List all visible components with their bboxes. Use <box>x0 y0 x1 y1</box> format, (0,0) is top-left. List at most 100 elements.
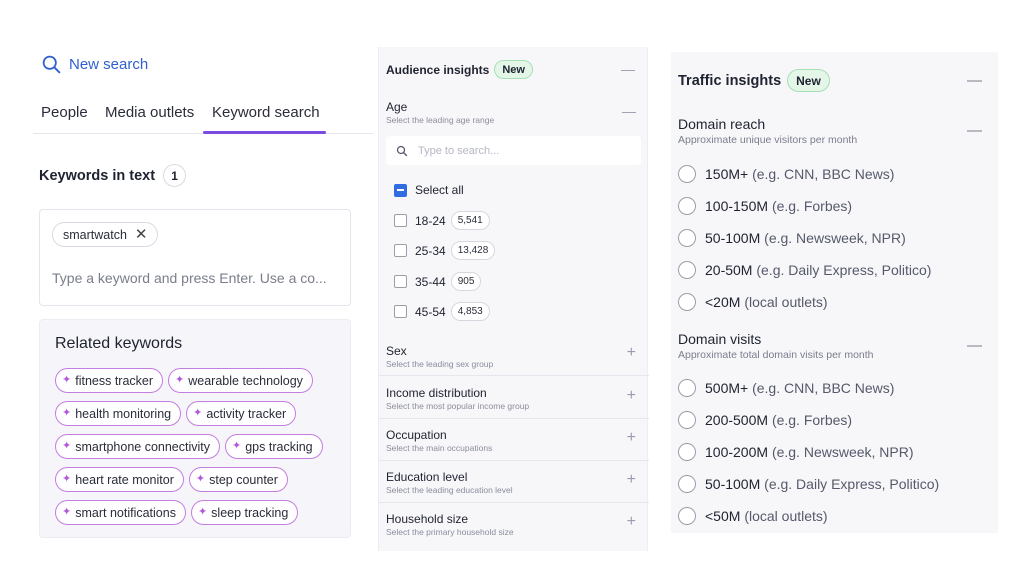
collapse-icon[interactable]: — <box>621 61 635 77</box>
sparkle-icon: ✦ <box>193 407 203 419</box>
option-value: 50-100M <box>705 476 761 492</box>
sex-section-title[interactable]: Sex <box>386 344 407 358</box>
select-all-checkbox[interactable] <box>394 183 407 197</box>
age-option-row[interactable]: 45-54 4,853 <box>394 302 490 321</box>
income-section-subtitle: Select the most popular income group <box>386 401 530 411</box>
tab-people[interactable]: People <box>41 104 88 121</box>
tab-media-outlets[interactable]: Media outlets <box>105 104 194 121</box>
option-value: 150M+ <box>705 166 749 182</box>
related-keyword-chip[interactable]: ✦ activity tracker <box>186 401 297 426</box>
related-keyword-chip[interactable]: ✦ step counter <box>188 467 288 492</box>
related-keyword-chip[interactable]: ✦ health monitoring <box>55 401 182 426</box>
traffic-insights-title: Traffic insights <box>678 72 782 89</box>
radio-button[interactable] <box>678 475 696 493</box>
education-section-title[interactable]: Education level <box>386 470 467 484</box>
radio-button[interactable] <box>678 411 696 429</box>
collapse-icon[interactable]: — <box>967 122 982 139</box>
search-icon <box>42 55 61 74</box>
domain-reach-title[interactable]: Domain reach <box>678 116 765 132</box>
domain-visits-option[interactable]: <50M (local outlets) <box>678 507 828 525</box>
age-option-checkbox[interactable] <box>394 275 407 288</box>
domain-reach-subtitle: Approximate unique visitors per month <box>678 134 858 146</box>
related-keywords-list: ✦ fitness tracker ✦ wearable technology ✦ h… <box>55 368 345 533</box>
traffic-insights-header: Traffic insights New <box>678 69 830 92</box>
new-search-button[interactable]: New search <box>41 54 148 75</box>
household-section-title[interactable]: Household size <box>386 512 468 526</box>
domain-visits-option[interactable]: 100-200M (e.g. Newsweek, NPR) <box>678 443 914 461</box>
domain-reach-option[interactable]: <20M (local outlets) <box>678 293 828 311</box>
related-keyword-chip[interactable]: ✦ heart rate monitor <box>55 467 184 492</box>
income-section-title[interactable]: Income distribution <box>386 386 487 400</box>
radio-button[interactable] <box>678 197 696 215</box>
new-search-label: New search <box>69 56 149 73</box>
radio-button[interactable] <box>678 293 696 311</box>
related-keyword-chip[interactable]: ✦ gps tracking <box>225 434 323 459</box>
expand-icon[interactable]: + <box>627 429 636 447</box>
age-option-checkbox[interactable] <box>394 214 407 227</box>
related-keyword-label: heart rate monitor <box>75 472 174 487</box>
related-keyword-label: smart notifications <box>75 505 176 520</box>
sparkle-icon: ✦ <box>62 473 72 485</box>
occupation-section-title[interactable]: Occupation <box>386 428 447 442</box>
expand-icon[interactable]: + <box>627 387 636 405</box>
option-example: (e.g. Forbes) <box>771 198 853 214</box>
collapse-icon[interactable]: — <box>622 103 636 119</box>
related-keyword-label: fitness tracker <box>75 373 154 388</box>
domain-visits-option[interactable]: 50-100M (e.g. Daily Express, Politico) <box>678 475 939 493</box>
domain-reach-option[interactable]: 100-150M (e.g. Forbes) <box>678 197 852 215</box>
expand-icon[interactable]: + <box>627 513 636 531</box>
related-keyword-chip[interactable]: ✦ wearable technology <box>168 368 313 393</box>
related-keyword-chip[interactable]: ✦ smart notifications <box>55 500 186 525</box>
domain-reach-option[interactable]: 150M+ (e.g. CNN, BBC News) <box>678 165 894 183</box>
related-keywords-card: Related keywords ✦ fitness tracker ✦ weara… <box>39 319 351 538</box>
keyword-input[interactable] <box>52 270 342 286</box>
domain-visits-option[interactable]: 500M+ (e.g. CNN, BBC News) <box>678 379 894 397</box>
age-option-checkbox[interactable] <box>394 305 407 318</box>
age-option-row[interactable]: 18-24 5,541 <box>394 211 490 230</box>
related-keyword-chip[interactable]: ✦ smartphone connectivity <box>55 434 221 459</box>
age-option-row[interactable]: 35-44 905 <box>394 272 482 291</box>
age-option-checkbox[interactable] <box>394 244 407 257</box>
age-option-label: 18-24 <box>415 213 446 228</box>
option-example: (e.g. CNN, BBC News) <box>752 380 895 396</box>
new-badge: New <box>494 60 533 79</box>
radio-button[interactable] <box>678 229 696 247</box>
age-section-title[interactable]: Age <box>386 100 407 114</box>
expand-icon[interactable]: + <box>627 471 636 489</box>
radio-button[interactable] <box>678 443 696 461</box>
domain-reach-option[interactable]: 20-50M (e.g. Daily Express, Politico) <box>678 261 931 279</box>
age-search-box[interactable] <box>386 136 641 165</box>
age-option-count: 905 <box>450 272 482 291</box>
related-keyword-label: smartphone connectivity <box>75 439 211 454</box>
option-example: (local outlets) <box>744 508 828 524</box>
option-example: (e.g. Newsweek, NPR) <box>771 444 914 460</box>
collapse-icon[interactable]: — <box>967 337 982 354</box>
sparkle-icon: ✦ <box>175 374 185 386</box>
related-keyword-label: health monitoring <box>75 406 172 421</box>
age-option-label: 25-34 <box>415 243 446 258</box>
close-icon[interactable]: ✕ <box>135 227 148 242</box>
tab-keyword-search[interactable]: Keyword search <box>212 104 320 121</box>
select-all-label: Select all <box>415 183 464 197</box>
radio-button[interactable] <box>678 379 696 397</box>
related-keyword-chip[interactable]: ✦ fitness tracker <box>55 368 164 393</box>
keyword-input-box[interactable]: smartwatch ✕ <box>39 209 351 306</box>
domain-visits-option[interactable]: 200-500M (e.g. Forbes) <box>678 411 852 429</box>
age-section-subtitle: Select the leading age range <box>386 115 495 125</box>
option-example: (local outlets) <box>744 294 828 310</box>
age-option-row[interactable]: 25-34 13,428 <box>394 241 496 260</box>
radio-button[interactable] <box>678 165 696 183</box>
related-keyword-label: wearable technology <box>188 373 303 388</box>
domain-reach-option[interactable]: 50-100M (e.g. Newsweek, NPR) <box>678 229 906 247</box>
audience-insights-title: Audience insights <box>386 62 490 77</box>
radio-button[interactable] <box>678 261 696 279</box>
domain-visits-title[interactable]: Domain visits <box>678 331 761 347</box>
sparkle-icon: ✦ <box>232 440 242 452</box>
expand-icon[interactable]: + <box>627 344 636 362</box>
radio-button[interactable] <box>678 507 696 525</box>
collapse-icon[interactable]: — <box>967 72 982 89</box>
age-search-input[interactable] <box>418 144 618 157</box>
option-value: 20-50M <box>705 262 753 278</box>
related-keyword-chip[interactable]: ✦ sleep tracking <box>190 500 299 525</box>
select-all-row[interactable]: Select all <box>394 183 464 197</box>
